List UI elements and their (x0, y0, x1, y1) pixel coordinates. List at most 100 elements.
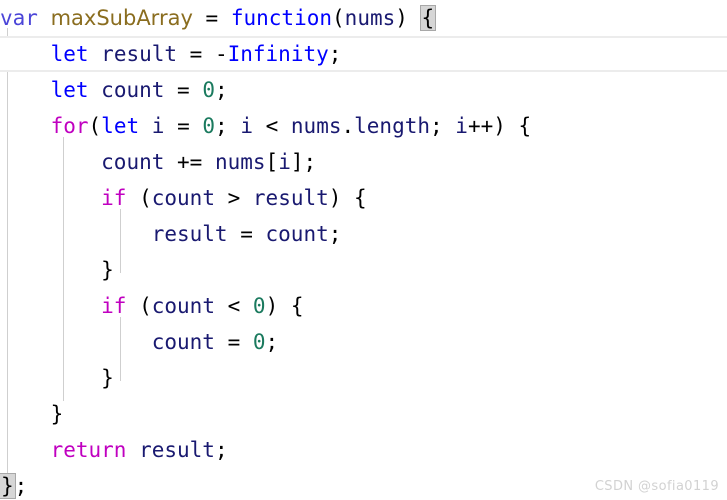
code-editor-surface[interactable]: var maxSubArray = function(nums) { let r… (0, 0, 727, 500)
code-token: ; (328, 222, 342, 246)
code-token: } (50, 402, 64, 426)
code-line[interactable]: return result; (0, 432, 727, 468)
code-token: ) (395, 6, 421, 30)
code-token: count (151, 294, 215, 318)
code-line[interactable]: for(let i = 0; i < nums.length; i++) { (0, 108, 727, 144)
code-token: count (265, 222, 329, 246)
code-token: ( (88, 114, 102, 138)
code-token: count (151, 330, 215, 354)
code-line[interactable]: let result = -Infinity; (0, 36, 727, 72)
code-token: } (101, 366, 114, 390)
code-token: = (205, 6, 219, 30)
code-token: let (50, 78, 89, 102)
code-token: let (50, 42, 89, 66)
code-token: 0 (202, 78, 215, 102)
code-token: ]; (290, 150, 317, 174)
code-token: ; (265, 330, 279, 354)
code-line[interactable]: } (0, 252, 727, 288)
code-token: result (139, 438, 215, 462)
code-token: } (101, 258, 114, 282)
code-line[interactable]: if (count > result) { (0, 180, 727, 216)
code-line[interactable]: } (0, 360, 727, 396)
code-token: Infinity (227, 42, 329, 66)
code-token: < (214, 294, 253, 318)
bracket-match-highlight: } (0, 473, 16, 499)
code-screenshot: var maxSubArray = function(nums) { let r… (0, 0, 727, 500)
code-token: result (151, 222, 228, 246)
bracket-match-highlight: { (419, 5, 437, 31)
code-token: i (240, 114, 253, 138)
code-token: = (227, 222, 266, 246)
code-token: i (278, 150, 291, 174)
code-token: nums (214, 150, 266, 174)
code-token: 0 (252, 294, 266, 318)
code-token: nums (290, 114, 342, 138)
csdn-watermark: CSDN @sofia0119 (594, 479, 719, 494)
code-token: . (341, 114, 355, 138)
code-token: ) { (328, 186, 367, 210)
code-token: ( (126, 294, 152, 318)
code-token: > (214, 186, 253, 210)
code-token: i (455, 114, 468, 138)
code-token: 0 (202, 114, 216, 138)
code-token: ) { (265, 294, 304, 318)
code-line[interactable]: } (0, 396, 727, 432)
code-token: ; (214, 438, 228, 462)
code-token: result (252, 186, 329, 210)
code-token: ++) { (467, 114, 532, 138)
code-token: = (164, 114, 203, 138)
code-token: return (50, 438, 127, 462)
code-token: if (101, 186, 127, 210)
code-token: count (101, 78, 165, 102)
code-token: if (101, 294, 127, 318)
code-token: ; (328, 42, 342, 66)
code-token: [ (265, 150, 279, 174)
code-token: length (354, 114, 430, 138)
code-token: result (101, 42, 178, 66)
code-line[interactable]: var maxSubArray = function(nums) { (0, 0, 727, 36)
code-line[interactable]: if (count < 0) { (0, 288, 727, 324)
code-token: 0 (252, 330, 266, 354)
code-line[interactable]: count = 0; (0, 324, 727, 360)
code-token: = - (177, 42, 228, 66)
code-token: for (50, 114, 89, 138)
code-token: nums (344, 6, 396, 30)
code-token: maxSubArray (50, 6, 193, 30)
code-token: += (164, 150, 215, 174)
code-token: count (101, 150, 165, 174)
code-token: = (214, 330, 253, 354)
code-token: ; (14, 474, 28, 498)
code-line[interactable]: result = count; (0, 216, 727, 252)
code-line[interactable]: let count = 0; (0, 72, 727, 108)
code-token: function (230, 6, 333, 30)
code-token: = (164, 78, 203, 102)
code-token: let (101, 114, 140, 138)
code-token: ; (430, 114, 456, 138)
code-token: ( (126, 186, 152, 210)
code-token: var (0, 6, 38, 30)
code-token: count (151, 186, 215, 210)
code-token: ; (214, 78, 228, 102)
code-token: ; (215, 114, 241, 138)
code-token: ( (332, 6, 345, 30)
code-line[interactable]: count += nums[i]; (0, 144, 727, 180)
